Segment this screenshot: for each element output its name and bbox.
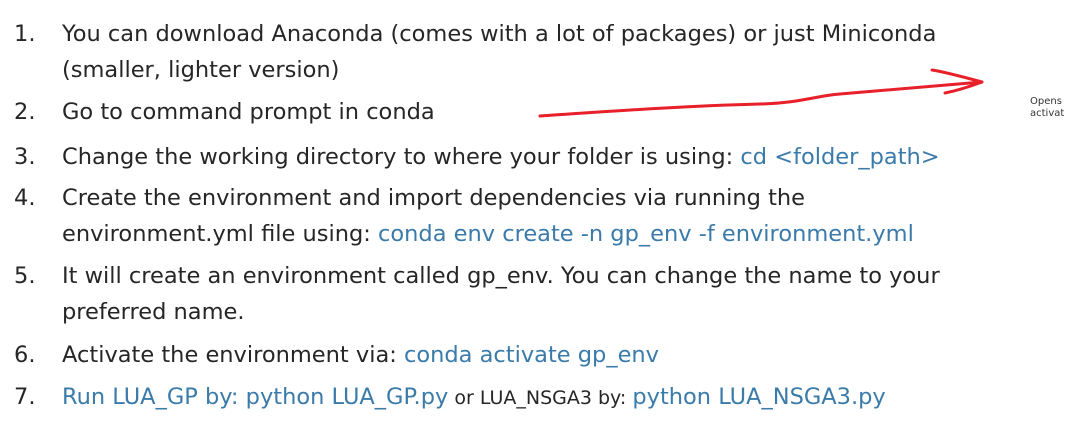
tooltip-line: activat — [1030, 108, 1065, 119]
red-arrow-annotation — [538, 68, 984, 118]
tooltip-fragment: Opens activat — [1030, 96, 1064, 120]
arrow-stroke — [538, 68, 984, 118]
tooltip-line: Opens — [1030, 96, 1062, 107]
